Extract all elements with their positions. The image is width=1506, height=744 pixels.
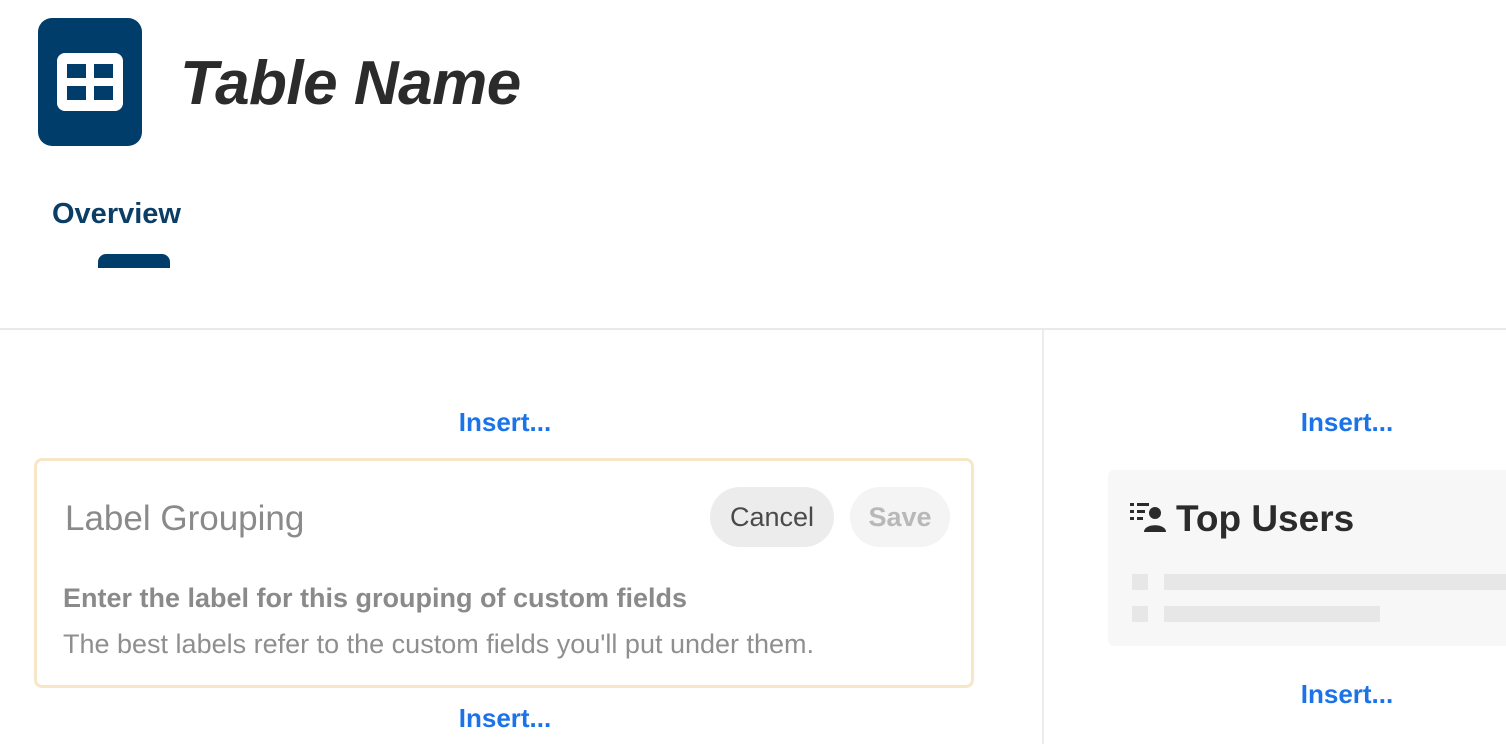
tab-overview[interactable]: Overview (52, 196, 181, 232)
skeleton-dot (1132, 574, 1148, 590)
insert-link-right-bottom[interactable]: Insert... (1301, 678, 1393, 710)
active-tab-indicator (98, 254, 170, 268)
page: Table Name Overview Insert... Cancel Sav… (0, 0, 1506, 744)
help-text: The best labels refer to the custom fiel… (63, 629, 815, 659)
label-grouping-editor: Cancel Save Enter the label for this gro… (34, 458, 974, 688)
skeleton-bar (1164, 574, 1506, 590)
help-title: Enter the label for this grouping of cus… (63, 583, 688, 613)
label-grouping-input[interactable] (65, 495, 665, 543)
user-list-icon (1130, 503, 1166, 532)
insert-link-left-bottom[interactable]: Insert... (459, 702, 551, 734)
skeleton-bar (1164, 606, 1380, 622)
table-grid-icon (38, 18, 142, 146)
header-divider (0, 328, 1506, 330)
page-title: Table Name (180, 49, 521, 118)
insert-link-right-top[interactable]: Insert... (1301, 406, 1393, 438)
save-button[interactable]: Save (850, 487, 950, 547)
top-users-title: Top Users (1176, 498, 1355, 539)
column-divider (1042, 330, 1044, 744)
insert-link-left-top[interactable]: Insert... (459, 406, 551, 438)
top-users-widget: Top Users (1108, 470, 1506, 646)
cancel-button[interactable]: Cancel (710, 487, 834, 547)
skeleton-dot (1132, 606, 1148, 622)
